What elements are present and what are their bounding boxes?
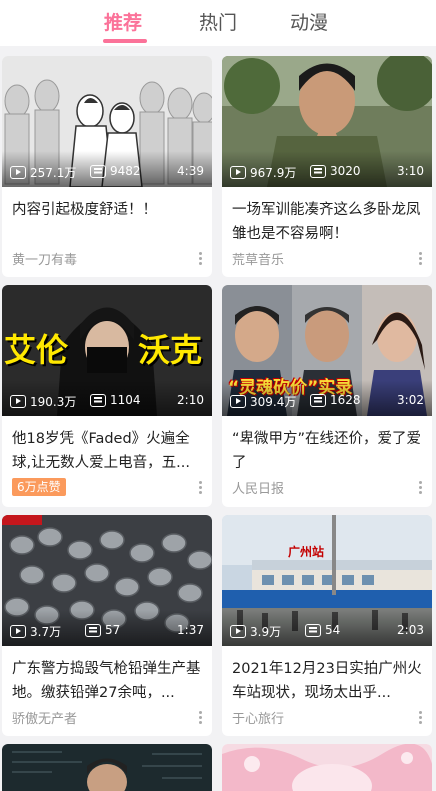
video-thumbnail[interactable]: 967.9万 3020 3:10 bbox=[222, 56, 432, 187]
video-title[interactable]: 一场军训能凑齐这么多卧龙凤雏也是不容易啊！ bbox=[232, 198, 422, 246]
danmaku-count-text: 3020 bbox=[330, 164, 361, 178]
video-duration: 3:02 bbox=[397, 393, 424, 407]
play-count: 967.9万 bbox=[230, 164, 296, 181]
video-stats: 967.9万 3020 3:10 bbox=[230, 164, 424, 180]
danmaku-count-text: 57 bbox=[105, 623, 121, 637]
play-count: 190.3万 bbox=[10, 393, 76, 410]
video-stats: 257.1万 9482 4:39 bbox=[10, 164, 204, 180]
danmaku-count-text: 1628 bbox=[330, 393, 361, 407]
play-count: 3.7万 bbox=[10, 623, 61, 640]
danmaku-count-text: 54 bbox=[325, 623, 341, 637]
video-author[interactable]: 于心旅行 bbox=[232, 708, 284, 727]
thumbnail-image bbox=[222, 744, 432, 791]
video-card[interactable]: 艾伦 沃克 190.3万 1104 2:10 他18岁凭《Faded》火遍全球,… bbox=[2, 285, 212, 507]
video-duration: 1:37 bbox=[177, 623, 204, 637]
video-thumbnail[interactable]: 广州站 3.9万 54 2:03 bbox=[222, 515, 432, 646]
more-options-icon[interactable] bbox=[199, 481, 202, 494]
danmaku-count: 57 bbox=[85, 623, 120, 637]
video-author[interactable]: 人民日报 bbox=[232, 478, 284, 497]
play-count: 3.9万 bbox=[230, 623, 281, 640]
thumbnail-overlay-text: 艾伦 bbox=[4, 331, 69, 369]
video-title[interactable]: 内容引起极度舒适！！ bbox=[12, 198, 202, 222]
video-duration: 2:10 bbox=[177, 393, 204, 407]
play-count-text: 3.7万 bbox=[30, 625, 62, 639]
active-tab-indicator bbox=[103, 39, 147, 43]
more-options-icon[interactable] bbox=[199, 252, 202, 265]
thumbnail-overlay-text: 沃克 bbox=[138, 331, 203, 369]
video-author[interactable]: 骄傲无产者 bbox=[12, 708, 77, 727]
video-card[interactable]: 257.1万 9482 4:39 内容引起极度舒适！！ 黄一刀有毒 bbox=[2, 56, 212, 277]
likes-badge: 6万点赞 bbox=[12, 478, 66, 496]
danmaku-icon bbox=[90, 164, 106, 178]
more-options-icon[interactable] bbox=[419, 711, 422, 724]
video-author[interactable]: 荒草音乐 bbox=[232, 249, 284, 268]
video-duration: 4:39 bbox=[177, 164, 204, 178]
danmaku-icon bbox=[90, 393, 106, 407]
video-thumbnail[interactable]: “灵魂砍价”实录 309.4万 1628 3:02 bbox=[222, 285, 432, 416]
video-thumbnail[interactable] bbox=[2, 744, 212, 791]
more-options-icon[interactable] bbox=[419, 481, 422, 494]
video-thumbnail[interactable]: 3.7万 57 1:37 bbox=[2, 515, 212, 646]
tab-anime[interactable]: 动漫 bbox=[290, 8, 328, 35]
video-thumbnail[interactable]: 257.1万 9482 4:39 bbox=[2, 56, 212, 187]
danmaku-count-text: 9482 bbox=[110, 164, 141, 178]
play-count: 257.1万 bbox=[10, 164, 76, 181]
video-stats: 309.4万 1628 3:02 bbox=[230, 393, 424, 409]
danmaku-count: 3020 bbox=[310, 164, 361, 178]
tab-hot[interactable]: 热门 bbox=[199, 8, 237, 35]
more-options-icon[interactable] bbox=[199, 711, 202, 724]
video-stats: 3.7万 57 1:37 bbox=[10, 623, 204, 639]
play-count-icon bbox=[230, 166, 246, 179]
video-thumbnail[interactable] bbox=[222, 744, 432, 791]
play-count: 309.4万 bbox=[230, 393, 296, 410]
video-duration: 2:03 bbox=[397, 623, 424, 637]
play-count-icon bbox=[10, 625, 26, 638]
danmaku-count: 1628 bbox=[310, 393, 361, 407]
play-count-icon bbox=[230, 625, 246, 638]
video-card[interactable]: 广州站 3.9万 54 2:03 2021年12月23日实拍广州火车站现状，现场… bbox=[222, 515, 432, 736]
video-stats: 3.9万 54 2:03 bbox=[230, 623, 424, 639]
danmaku-icon bbox=[305, 623, 321, 637]
danmaku-count-text: 1104 bbox=[110, 393, 141, 407]
video-card[interactable]: 967.9万 3020 3:10 一场军训能凑齐这么多卧龙凤雏也是不容易啊！ 荒… bbox=[222, 56, 432, 277]
play-count-text: 190.3万 bbox=[30, 395, 77, 409]
video-card[interactable] bbox=[2, 744, 212, 791]
play-count-icon bbox=[10, 166, 26, 179]
play-count-icon bbox=[10, 395, 26, 408]
play-count-text: 309.4万 bbox=[250, 395, 297, 409]
video-duration: 3:10 bbox=[397, 164, 424, 178]
danmaku-icon bbox=[85, 623, 101, 637]
video-thumbnail[interactable]: 艾伦 沃克 190.3万 1104 2:10 bbox=[2, 285, 212, 416]
danmaku-count: 1104 bbox=[90, 393, 141, 407]
thumbnail-image bbox=[2, 744, 212, 791]
play-count-text: 257.1万 bbox=[30, 166, 77, 180]
danmaku-icon bbox=[310, 164, 326, 178]
video-title[interactable]: 广东警方捣毁气枪铅弹生产基地。缴获铅弹27余吨，... bbox=[12, 657, 202, 705]
top-tab-bar: 推荐 热门 动漫 bbox=[0, 0, 436, 46]
danmaku-icon bbox=[310, 393, 326, 407]
tab-recommend[interactable]: 推荐 bbox=[104, 8, 142, 35]
video-title[interactable]: 他18岁凭《Faded》火遍全球,让无数人爱上电音，五... bbox=[12, 427, 202, 475]
play-count-text: 967.9万 bbox=[250, 166, 297, 180]
video-author[interactable]: 黄一刀有毒 bbox=[12, 249, 77, 268]
video-card[interactable]: 3.7万 57 1:37 广东警方捣毁气枪铅弹生产基地。缴获铅弹27余吨，...… bbox=[2, 515, 212, 736]
danmaku-count: 9482 bbox=[90, 164, 141, 178]
play-count-text: 3.9万 bbox=[250, 625, 282, 639]
video-title[interactable]: 2021年12月23日实拍广州火车站现状，现场太出乎... bbox=[232, 657, 422, 705]
video-card[interactable]: “灵魂砍价”实录 309.4万 1628 3:02 “卑微甲方”在线还价，爱了爱… bbox=[222, 285, 432, 507]
video-stats: 190.3万 1104 2:10 bbox=[10, 393, 204, 409]
video-card[interactable] bbox=[222, 744, 432, 791]
thumbnail-overlay-text: 广州站 bbox=[288, 545, 325, 559]
more-options-icon[interactable] bbox=[419, 252, 422, 265]
danmaku-count: 54 bbox=[305, 623, 340, 637]
play-count-icon bbox=[230, 395, 246, 408]
video-title[interactable]: “卑微甲方”在线还价，爱了爱了 bbox=[232, 427, 422, 475]
